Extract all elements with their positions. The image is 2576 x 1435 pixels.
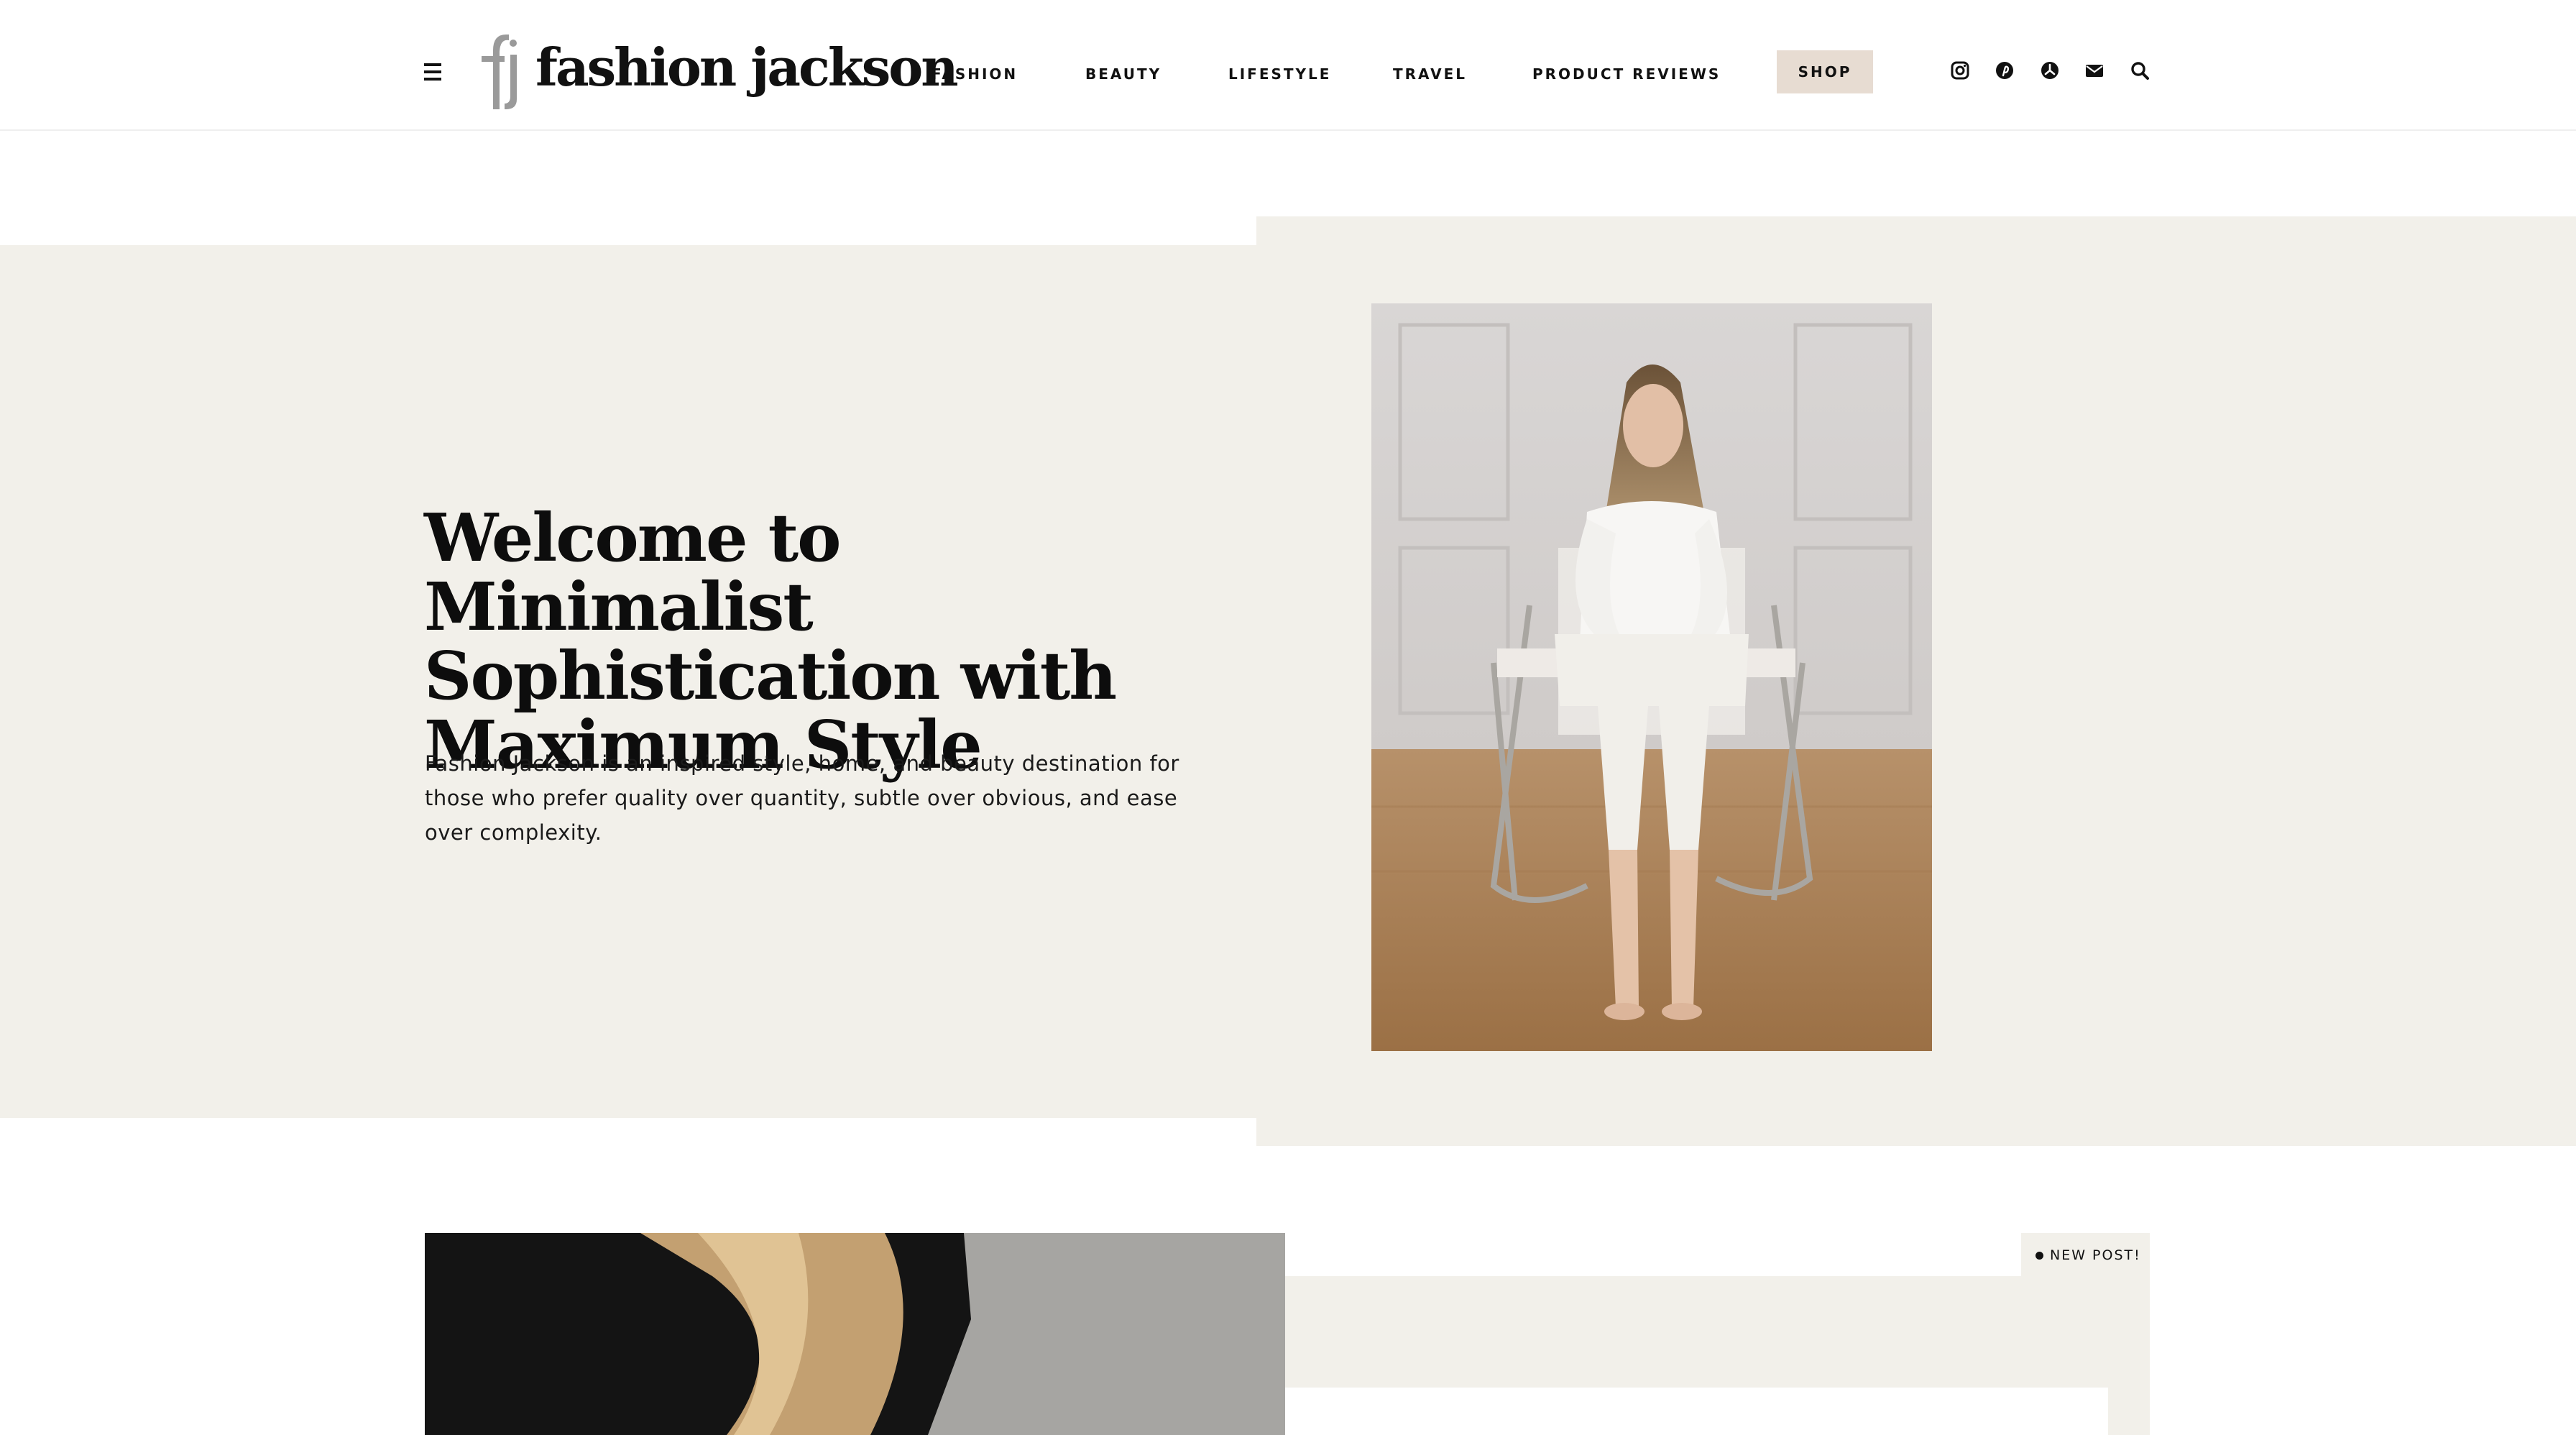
pinterest-icon[interactable] <box>1995 60 2015 81</box>
hero-portrait-image <box>1371 303 1932 1051</box>
hero-title-line: Welcome to Minimalist <box>424 499 841 646</box>
bullet-dot-icon <box>2036 1252 2043 1260</box>
shop-button[interactable]: SHOP <box>1777 50 1873 93</box>
logo-wordmark[interactable]: fashion jackson <box>535 24 959 111</box>
search-icon[interactable] <box>2130 60 2150 81</box>
new-post-badge[interactable]: NEW POST! <box>2021 1233 2150 1276</box>
site-header: fashion jackson FASHION BEAUTY LIFESTYLE… <box>0 0 2576 131</box>
logo-monogram-icon[interactable] <box>477 30 522 109</box>
ltk-icon[interactable] <box>2040 60 2060 81</box>
post-image[interactable] <box>425 1233 1285 1435</box>
nav-fashion[interactable]: FASHION <box>932 63 1018 85</box>
hero-title-line: Sophistication with <box>424 637 1117 715</box>
nav-lifestyle[interactable]: LIFESTYLE <box>1228 63 1331 85</box>
nav-product-reviews[interactable]: PRODUCT REVIEWS <box>1532 63 1721 85</box>
hero-title: Welcome to Minimalist Sophistication wit… <box>424 503 1215 779</box>
instagram-icon[interactable] <box>1950 60 1970 81</box>
email-icon[interactable] <box>2084 60 2104 81</box>
nav-beauty[interactable]: BEAUTY <box>1085 63 1162 85</box>
nav-travel[interactable]: TRAVEL <box>1393 63 1467 85</box>
menu-icon[interactable] <box>424 63 441 81</box>
post-card-content[interactable] <box>1285 1388 2108 1435</box>
new-post-label: NEW POST! <box>2050 1247 2141 1263</box>
hero-description: Fashion Jackson is an inspired style, ho… <box>425 751 1179 845</box>
